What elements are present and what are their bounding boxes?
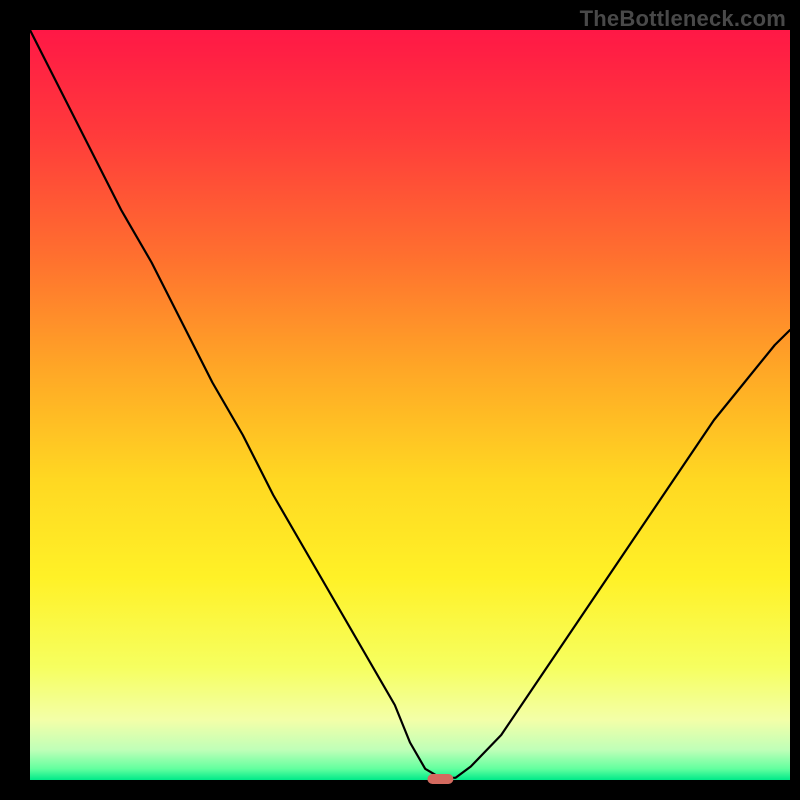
chart-container: TheBottleneck.com bbox=[0, 0, 800, 800]
bottleneck-chart bbox=[0, 0, 800, 800]
minimum-marker bbox=[427, 774, 453, 784]
watermark-text: TheBottleneck.com bbox=[580, 6, 786, 32]
plot-background bbox=[30, 30, 790, 780]
